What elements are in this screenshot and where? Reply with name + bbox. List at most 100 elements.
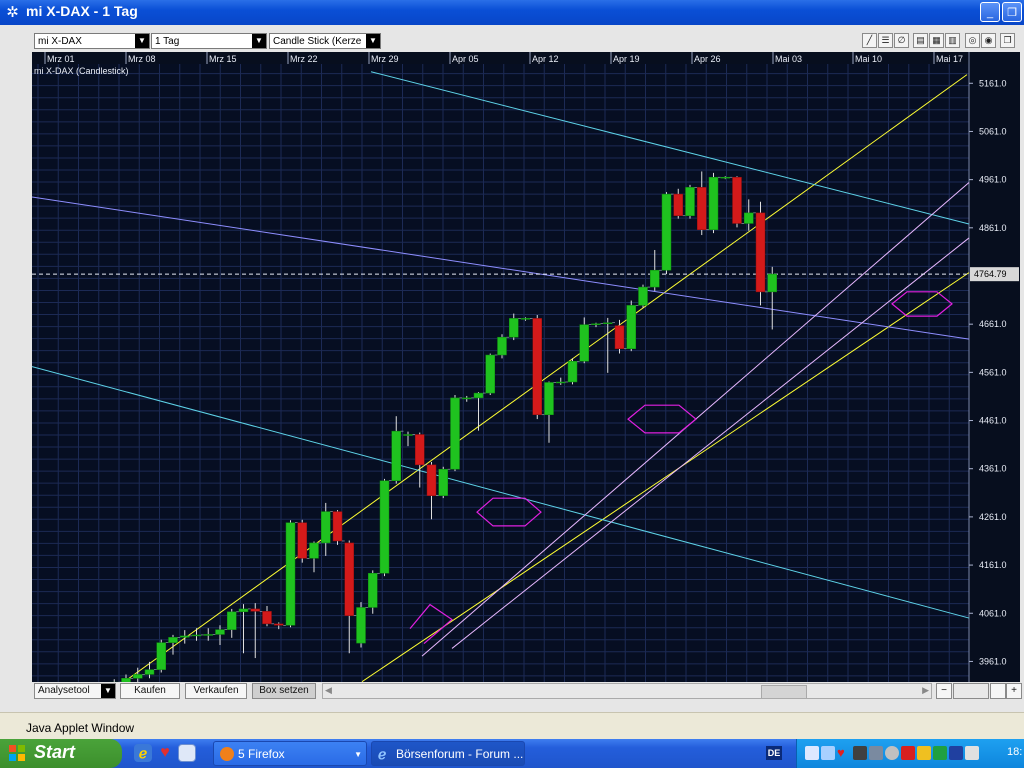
tray-update-icon[interactable] bbox=[933, 746, 947, 760]
language-indicator[interactable]: DE bbox=[766, 746, 782, 760]
detach-icon[interactable]: ❐ bbox=[1000, 33, 1015, 48]
applet-area: mi X-DAX ▼ 1 Tag ▼ Candle Stick (Kerze ▼… bbox=[0, 25, 1024, 712]
price-label: 4261.0 bbox=[979, 512, 1007, 522]
chevron-down-icon: ▼ bbox=[354, 750, 362, 759]
hline-tool-icon[interactable]: ☰ bbox=[878, 33, 893, 48]
price-label: 4661.0 bbox=[979, 319, 1007, 329]
date-label: Mrz 22 bbox=[290, 54, 318, 64]
date-label: Mrz 29 bbox=[371, 54, 399, 64]
chevron-down-icon[interactable]: ▼ bbox=[252, 34, 266, 48]
candle-body bbox=[321, 511, 331, 544]
tray-app-icon[interactable] bbox=[805, 746, 819, 760]
window-title: mi X-DAX - 1 Tag bbox=[26, 3, 138, 19]
candle-body bbox=[579, 324, 589, 362]
candle-body bbox=[567, 361, 578, 383]
candle-body bbox=[438, 468, 448, 496]
task-label: Börsenforum - Forum ... bbox=[396, 747, 524, 761]
task-label: 5 Firefox bbox=[238, 747, 285, 761]
zoom-icon[interactable]: ◎ bbox=[965, 33, 980, 48]
chart-canvas[interactable]: Mrz 01 Mrz 08 Mrz 15 Mrz 22 Mrz 29 Apr 05 Apr … bbox=[32, 52, 1020, 682]
chevron-down-icon[interactable]: ▼ bbox=[101, 684, 115, 698]
tray-messenger-icon[interactable] bbox=[949, 746, 963, 760]
candle-body bbox=[403, 434, 413, 436]
ie-quicklaunch-icon[interactable]: ℯ bbox=[134, 744, 152, 762]
candle-body bbox=[262, 611, 272, 625]
instrument-select[interactable]: mi X-DAX ▼ bbox=[34, 33, 150, 49]
tray-heart-icon[interactable]: ♥ bbox=[837, 746, 851, 760]
candle-body bbox=[379, 480, 390, 574]
scroll-right-icon[interactable]: ▶ bbox=[922, 685, 929, 696]
chart-scrollbar[interactable]: ◀ ▶ bbox=[322, 683, 932, 699]
grid2-icon[interactable]: ▦ bbox=[929, 33, 944, 48]
taskbar-item-firefox[interactable]: 5 Firefox ▼ bbox=[213, 741, 367, 766]
tray-keyboard-icon[interactable] bbox=[965, 746, 979, 760]
candle-body bbox=[156, 642, 166, 670]
price-label: 4161.0 bbox=[979, 560, 1007, 570]
date-label: Mrz 15 bbox=[209, 54, 237, 64]
candle-body bbox=[309, 542, 319, 559]
fib-tool-icon[interactable]: ∅ bbox=[894, 33, 909, 48]
candle-body bbox=[133, 674, 143, 679]
candle-body bbox=[368, 573, 378, 608]
price-label: 4861.0 bbox=[979, 223, 1007, 233]
verkaufen-button[interactable]: Verkaufen bbox=[185, 683, 247, 699]
date-label: Mrz 08 bbox=[128, 54, 156, 64]
price-label: 4561.0 bbox=[979, 367, 1007, 377]
candle-body bbox=[238, 608, 249, 613]
period-value: 1 Tag bbox=[155, 36, 180, 47]
candle-body bbox=[144, 669, 155, 675]
chevron-down-icon[interactable]: ▼ bbox=[135, 34, 149, 48]
last-price-label: 4764.79 bbox=[974, 269, 1007, 279]
grid3-icon[interactable]: ▥ bbox=[945, 33, 960, 48]
line-tool-icon[interactable]: ╱ bbox=[862, 33, 877, 48]
candle-body bbox=[591, 323, 601, 325]
candle-body bbox=[391, 430, 401, 482]
taskbar-item-boersenforum[interactable]: ℯ Börsenforum - Forum ... bbox=[371, 741, 525, 766]
chart-type-select[interactable]: Candle Stick (Kerze ▼ bbox=[269, 33, 381, 49]
scroll-left-icon[interactable]: ◀ bbox=[325, 685, 332, 696]
candle-body bbox=[415, 434, 425, 466]
candlestick-chart[interactable]: Mrz 01 Mrz 08 Mrz 15 Mrz 22 Mrz 29 Apr 05 Apr … bbox=[32, 52, 1020, 682]
candle-body bbox=[426, 464, 437, 496]
tray-shield-icon[interactable] bbox=[901, 746, 915, 760]
zoom-in-button[interactable]: + bbox=[1006, 683, 1022, 699]
period-select[interactable]: 1 Tag ▼ bbox=[151, 33, 267, 49]
scrollbar-thumb[interactable] bbox=[761, 685, 807, 699]
candle-body bbox=[473, 392, 484, 399]
tray-network-icon[interactable] bbox=[821, 746, 835, 760]
zoom-slider-thumb[interactable] bbox=[990, 683, 1006, 699]
candle-body bbox=[638, 286, 648, 306]
chevron-down-icon[interactable]: ▼ bbox=[366, 34, 380, 48]
grid1-icon[interactable]: ▤ bbox=[913, 33, 928, 48]
candle-body bbox=[485, 354, 495, 394]
zoom-slider[interactable] bbox=[953, 683, 989, 699]
tray-volume-icon[interactable] bbox=[853, 746, 867, 760]
price-label: 4961.0 bbox=[979, 175, 1007, 185]
zoom-out-button[interactable]: − bbox=[936, 683, 952, 699]
minimize-button[interactable]: _ bbox=[980, 2, 1000, 22]
candle-body bbox=[614, 325, 625, 349]
kaufen-button[interactable]: Kaufen bbox=[120, 683, 180, 699]
candle-body bbox=[673, 193, 683, 217]
windows-logo-icon bbox=[9, 745, 25, 761]
candle-body bbox=[544, 382, 554, 416]
restore-button[interactable]: ❐ bbox=[1002, 2, 1022, 22]
tray-display-icon[interactable] bbox=[869, 746, 883, 760]
heart-quicklaunch-icon[interactable]: ♥ bbox=[156, 744, 174, 762]
candle-body bbox=[661, 193, 672, 271]
candle-body bbox=[180, 635, 190, 638]
start-button[interactable]: Start bbox=[0, 739, 122, 768]
box-setzen-button[interactable]: Box setzen bbox=[252, 683, 316, 699]
clock[interactable]: 18: bbox=[1007, 746, 1022, 758]
desktop: ✲ mi X-DAX - 1 Tag _ ❐ mi X-DAX ▼ 1 Tag … bbox=[0, 0, 1024, 768]
taskbar: Start ℯ ♥ 5 Firefox ▼ ℯ Börsenforum - Fo… bbox=[0, 739, 1024, 768]
price-label: 5161.0 bbox=[979, 78, 1007, 88]
date-label: Mai 17 bbox=[936, 54, 963, 64]
candle-body bbox=[720, 176, 730, 179]
price-label: 4461.0 bbox=[979, 416, 1007, 426]
tray-security-icon[interactable] bbox=[917, 746, 931, 760]
app-quicklaunch-icon[interactable] bbox=[178, 744, 196, 762]
analysetool-select[interactable]: Analysetool ▼ bbox=[34, 683, 116, 699]
tray-clock-icon[interactable] bbox=[885, 746, 899, 760]
settings-icon[interactable]: ◉ bbox=[981, 33, 996, 48]
